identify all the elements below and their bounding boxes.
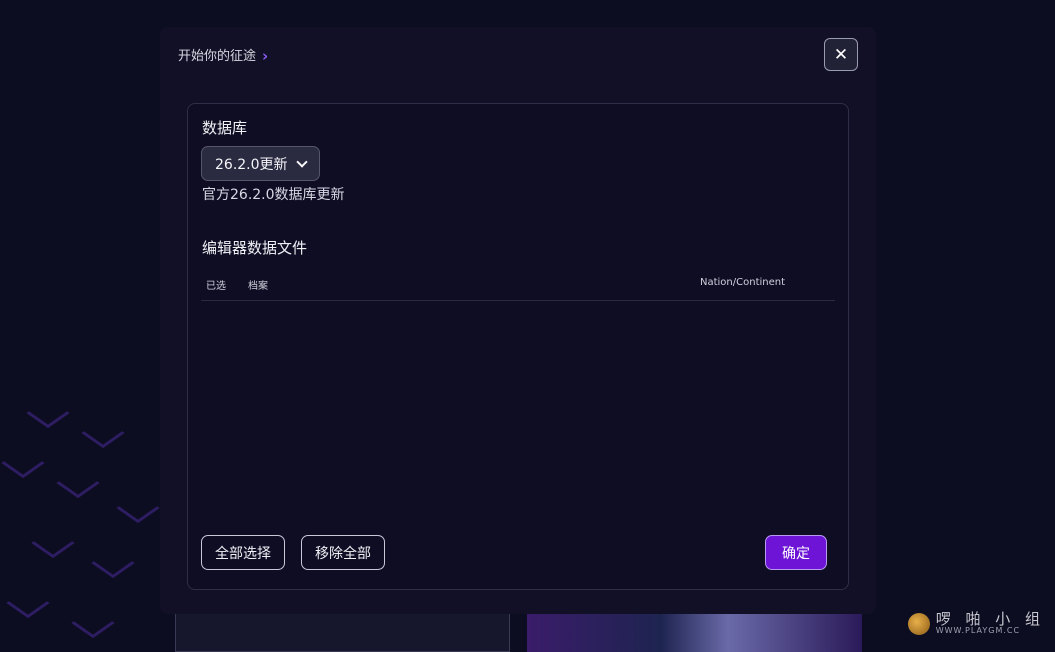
bg-card-image (527, 612, 862, 652)
bg-chevron (31, 527, 75, 559)
breadcrumb[interactable]: 开始你的征途 › (178, 44, 268, 65)
watermark: 啰 啪 小 组 WWW.PLAYGM.CC (907, 610, 1045, 635)
column-nation[interactable]: Nation/Continent (700, 277, 785, 288)
chevron-down-icon (295, 155, 308, 168)
selected-version: 26.2.0更新 (215, 156, 288, 173)
editor-files-label: 编辑器数据文件 (202, 239, 308, 257)
chevron-right-icon: › (262, 47, 269, 65)
close-icon: ✕ (833, 44, 849, 65)
bg-chevron (81, 417, 125, 449)
close-button[interactable]: ✕ (824, 38, 858, 71)
column-file[interactable]: 档案 (248, 277, 268, 292)
select-all-button[interactable]: 全部选择 (201, 535, 285, 570)
bg-chevron (1, 447, 45, 479)
remove-all-button[interactable]: 移除全部 (301, 535, 385, 570)
breadcrumb-label[interactable]: 开始你的征途 (178, 45, 256, 64)
editor-data-modal: 开始你的征途 › ✕ 数据库 26.2.0更新 官方26.2.0数据库更新 编辑… (160, 27, 876, 614)
database-version-select[interactable]: 26.2.0更新 (201, 146, 320, 181)
watermark-logo-icon (907, 612, 930, 635)
version-description: 官方26.2.0数据库更新 (202, 187, 345, 203)
bg-chevron (26, 397, 70, 429)
content-panel: 数据库 26.2.0更新 官方26.2.0数据库更新 编辑器数据文件 已选 档案… (187, 103, 849, 590)
bg-chevron (116, 492, 160, 524)
bg-card (175, 612, 510, 652)
column-selected[interactable]: 已选 (206, 277, 226, 292)
watermark-title: 啰 啪 小 组 (935, 610, 1045, 628)
bg-chevron (71, 607, 115, 639)
database-label: 数据库 (202, 119, 248, 137)
bg-chevron (56, 467, 100, 499)
bg-chevron (6, 587, 50, 619)
bg-chevron (91, 547, 135, 579)
confirm-button[interactable]: 确定 (765, 535, 827, 570)
files-table-header: 已选 档案 Nation/Continent (201, 270, 835, 301)
